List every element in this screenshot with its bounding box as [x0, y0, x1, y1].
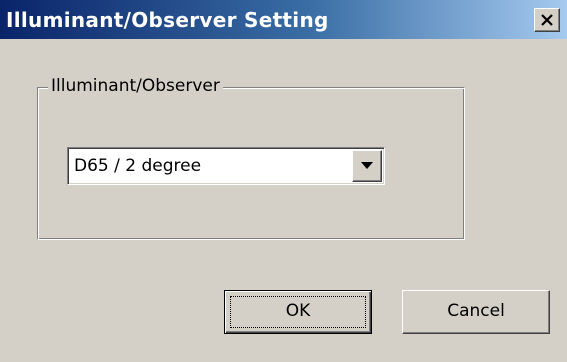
dropdown-arrow-button[interactable]	[352, 150, 382, 182]
chevron-down-icon	[361, 162, 373, 169]
dropdown-selected-value: D65 / 2 degree	[74, 156, 202, 176]
ok-button[interactable]: OK	[224, 290, 372, 334]
ok-button-label: OK	[285, 301, 311, 321]
groupbox-label: Illuminant/Observer	[48, 75, 223, 97]
close-icon	[541, 14, 553, 26]
title-bar[interactable]: Illuminant/Observer Setting	[0, 0, 567, 40]
window-title: Illuminant/Observer Setting	[6, 8, 329, 32]
close-button[interactable]	[534, 8, 560, 32]
dialog-window: Illuminant/Observer Setting Illuminant/O…	[0, 0, 567, 362]
cancel-button-label: Cancel	[447, 301, 505, 321]
illuminant-observer-dropdown[interactable]: D65 / 2 degree	[67, 147, 385, 185]
cancel-button[interactable]: Cancel	[402, 290, 550, 334]
